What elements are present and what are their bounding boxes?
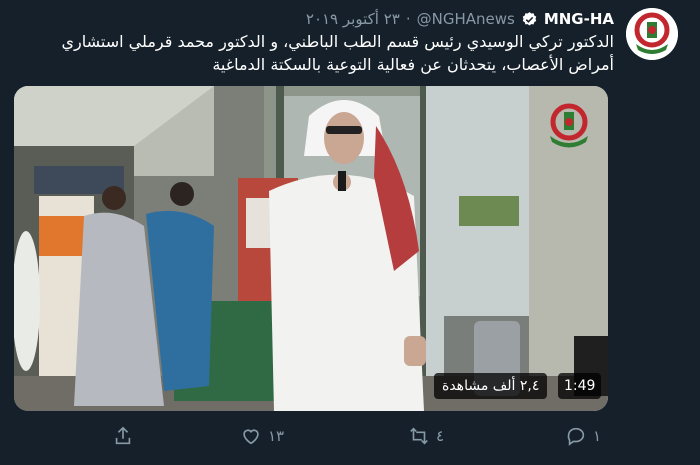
separator-dot: · (405, 10, 411, 28)
like-count: ١٣ (268, 427, 285, 445)
share-icon (115, 426, 131, 445)
tweet-date[interactable]: ٢٣ أكتوبر ٢٠١٩ (306, 10, 400, 28)
reply-icon (567, 427, 585, 446)
display-name[interactable]: MNG-HA (544, 10, 614, 28)
like-button[interactable]: ١٣ (240, 420, 284, 452)
avatar-logo-icon (626, 8, 678, 60)
tweet-card[interactable]: MNG-HA @NGHAnews · ٢٣ أكتوبر ٢٠١٩ الدكتو… (0, 0, 700, 465)
video-player[interactable]: ٢,٤ ألف مشاهدة 1:49 (14, 86, 608, 411)
retweet-button[interactable]: ٤ (408, 420, 444, 452)
reply-button[interactable]: ١ (565, 420, 601, 452)
retweet-icon (410, 427, 428, 445)
like-icon (243, 429, 259, 445)
tweet-header: MNG-HA @NGHAnews · ٢٣ أكتوبر ٢٠١٩ (306, 8, 614, 30)
handle[interactable]: @NGHAnews (417, 10, 515, 28)
duration-badge: 1:49 (558, 373, 602, 399)
verified-icon (522, 11, 537, 26)
reply-count: ١ (593, 427, 602, 445)
share-button[interactable] (112, 420, 134, 452)
avatar[interactable] (626, 8, 678, 60)
retweet-count: ٤ (436, 427, 445, 445)
tweet-text: الدكتور تركي الوسيدي رئيس قسم الطب الباط… (61, 32, 614, 74)
video-logo-icon (550, 103, 588, 148)
view-count-badge: ٢,٤ ألف مشاهدة (434, 373, 548, 399)
video-frame (14, 86, 608, 411)
tweet-actions: ١ ٤ ١٣ (0, 420, 700, 452)
